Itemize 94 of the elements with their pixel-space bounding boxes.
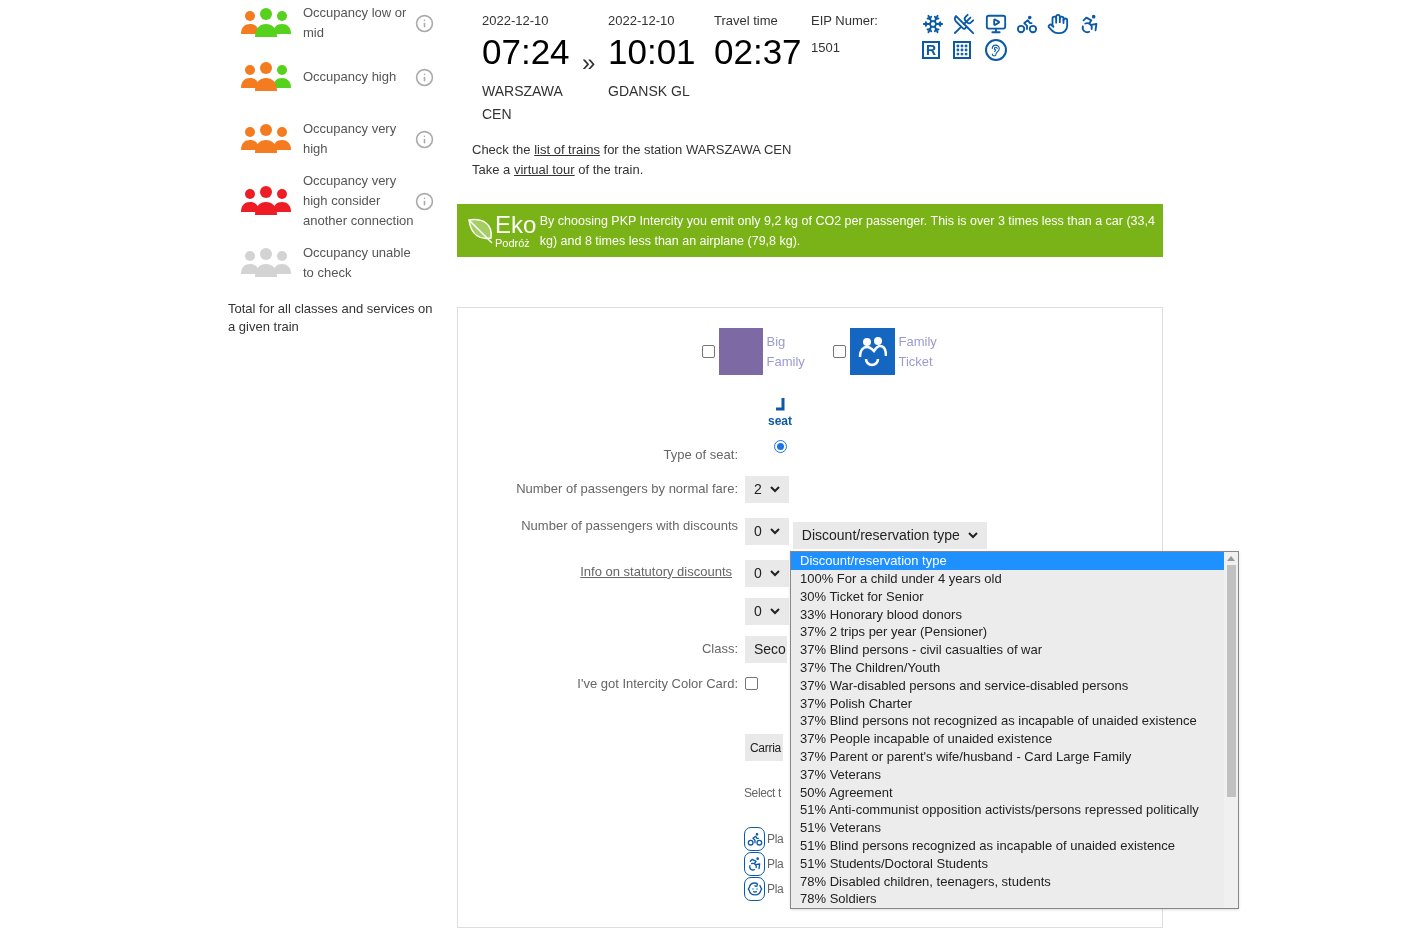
occupancy-label: Occupancy very high consider another connection — [303, 172, 415, 230]
offer-checkbox[interactable] — [832, 345, 846, 359]
ear-icon — [984, 39, 1007, 61]
dropdown-option[interactable]: 78% Disabled children, teenagers, students — [791, 872, 1224, 891]
dropdown-option[interactable]: 100% For a child under 4 years old — [791, 570, 1224, 588]
count-select[interactable]: 0 — [745, 517, 789, 545]
date-text: 2022-12-10 — [482, 12, 550, 30]
field-label: I've got Intercity Color Card: — [576, 674, 738, 693]
people-icon — [239, 7, 292, 39]
text-link[interactable]: list of trains — [534, 142, 600, 157]
date-text: 2022-12-10 — [608, 12, 676, 30]
occupancy-label: Occupancy high — [303, 68, 398, 86]
station-name: GDANSK GL — [608, 82, 691, 101]
dropdown-option[interactable]: 30% Ticket for Senior — [791, 587, 1224, 606]
family-icon — [849, 328, 895, 376]
dropdown-option[interactable]: 50% Agreement — [791, 783, 1224, 802]
caret-icon — [769, 607, 780, 615]
dropdown-option[interactable]: 37% 2 trips per year (Pensioner) — [791, 623, 1224, 642]
people-icon — [239, 61, 292, 93]
place-label: Pla — [767, 856, 784, 874]
dropdown-option[interactable]: 37% War-disabled persons and service-disabled persons — [791, 676, 1224, 695]
train-number-label: EIP Numer: — [811, 12, 879, 30]
dropdown-option[interactable]: 37% Veterans — [791, 765, 1224, 784]
offer-label: Family Ticket — [898, 332, 938, 371]
dropdown-option[interactable]: 37% Parent or parent's wife/husband - Card Large Family — [791, 747, 1224, 766]
dropdown-option[interactable]: 51% Students/Doctoral Students — [791, 854, 1224, 873]
info-icon[interactable] — [415, 13, 434, 33]
eco-message: By choosing PKP Intercity you emit only 9,2 kg of CO2 per passenger. This is over 3 times less than a car (33,4 kg) and 8 times less than an airplane (79,8 kg). — [539, 212, 1155, 250]
place-label: Pla — [767, 831, 784, 849]
dropdown-option[interactable]: 37% People incapable of unaided existence — [791, 730, 1224, 748]
info-icon[interactable] — [415, 129, 434, 149]
travel-time-label: Travel time — [714, 12, 779, 30]
cutlery-icon — [953, 13, 976, 35]
count-select[interactable]: 0 — [745, 597, 789, 625]
bicycle-icon — [744, 827, 765, 852]
seat-label: seat — [768, 413, 793, 431]
time-text: 10:01 — [608, 31, 697, 73]
train-number: 1501 — [811, 39, 841, 57]
bicycle-icon — [1016, 13, 1038, 35]
field-label: Class: — [700, 640, 738, 659]
time-text: 07:24 — [482, 31, 571, 73]
offer-checkbox[interactable] — [701, 345, 715, 359]
caret-icon — [769, 569, 780, 577]
dropdown-option[interactable]: 51% Veterans — [791, 819, 1224, 837]
scroll-up-icon[interactable] — [1227, 556, 1235, 562]
field-label: Type of seat: — [662, 446, 738, 465]
info-sentence: Check the list of trains for the station WARSZAWA CEN — [472, 141, 793, 159]
arrow-separator: » — [582, 48, 597, 78]
wheelchair-icon — [744, 852, 765, 877]
caret-icon — [967, 531, 978, 539]
info-icon[interactable] — [415, 67, 434, 87]
seat-icon — [774, 397, 786, 413]
carriage-button[interactable]: Carria — [745, 734, 783, 762]
discount-info-link[interactable]: Info on statutory discounts — [580, 561, 732, 582]
caret-icon — [769, 527, 780, 535]
scrollbar[interactable] — [1224, 552, 1238, 909]
discount-type-select[interactable]: Discount/reservation type — [792, 521, 987, 549]
occupancy-label: Occupancy low or mid — [303, 4, 408, 42]
field-label: Number of passengers by normal fare: — [515, 480, 738, 499]
dropdown-option[interactable]: 51% Blind persons recognized as incapable of unaided existence — [791, 836, 1224, 855]
count-select[interactable]: 0 — [745, 559, 789, 587]
color-card-checkbox[interactable] — [745, 676, 758, 690]
place-label: Pla — [767, 881, 784, 899]
occupancy-label: Occupancy unable to check — [303, 244, 412, 282]
count-select[interactable]: 2 — [745, 475, 789, 503]
dropdown-option[interactable]: 51% Anti-communist opposition activists/persons repressed politically — [791, 801, 1224, 820]
logo-title: Eko — [495, 212, 537, 237]
dropdown-option[interactable]: 37% Polish Charter — [791, 694, 1224, 713]
info-sentence: Take a virtual tour of the train. — [472, 161, 645, 179]
legend-note: Total for all classes and services on a given train — [228, 300, 434, 336]
screen-icon — [984, 13, 1007, 35]
field-label: Number of passengers with discounts — [521, 516, 738, 535]
dropdown-option[interactable]: 37% Blind persons - civil casualties of war — [791, 641, 1224, 659]
caret-icon — [769, 485, 780, 493]
dots-icon — [953, 41, 972, 59]
offer-label: Big Family — [766, 332, 806, 371]
travel-time-value: 02:37 — [714, 31, 803, 73]
text-link[interactable]: virtual tour — [513, 162, 575, 177]
people-icon — [239, 185, 292, 217]
people-icon — [239, 247, 292, 279]
reservation-icon: R — [922, 41, 940, 59]
occupancy-label: Occupancy very high — [303, 120, 398, 158]
dropdown-option[interactable]: 37% Blind persons not recognized as incapable of unaided existence — [791, 712, 1224, 731]
people-icon — [239, 123, 292, 155]
station-name: WARSZAWA CEN — [482, 82, 564, 124]
hand-icon — [1047, 13, 1070, 35]
snowflake-icon — [922, 13, 944, 35]
dropdown-option[interactable]: 37% The Children/Youth — [791, 658, 1224, 677]
select-instruction: Select t — [744, 785, 781, 803]
dropdown-option[interactable]: 33% Honorary blood donors — [791, 605, 1224, 624]
class-select[interactable]: Seco — [745, 635, 787, 663]
info-icon[interactable] — [415, 191, 434, 211]
logo-subtitle: Podróż — [495, 236, 531, 249]
dropdown-option[interactable]: 78% Soldiers — [791, 890, 1224, 909]
